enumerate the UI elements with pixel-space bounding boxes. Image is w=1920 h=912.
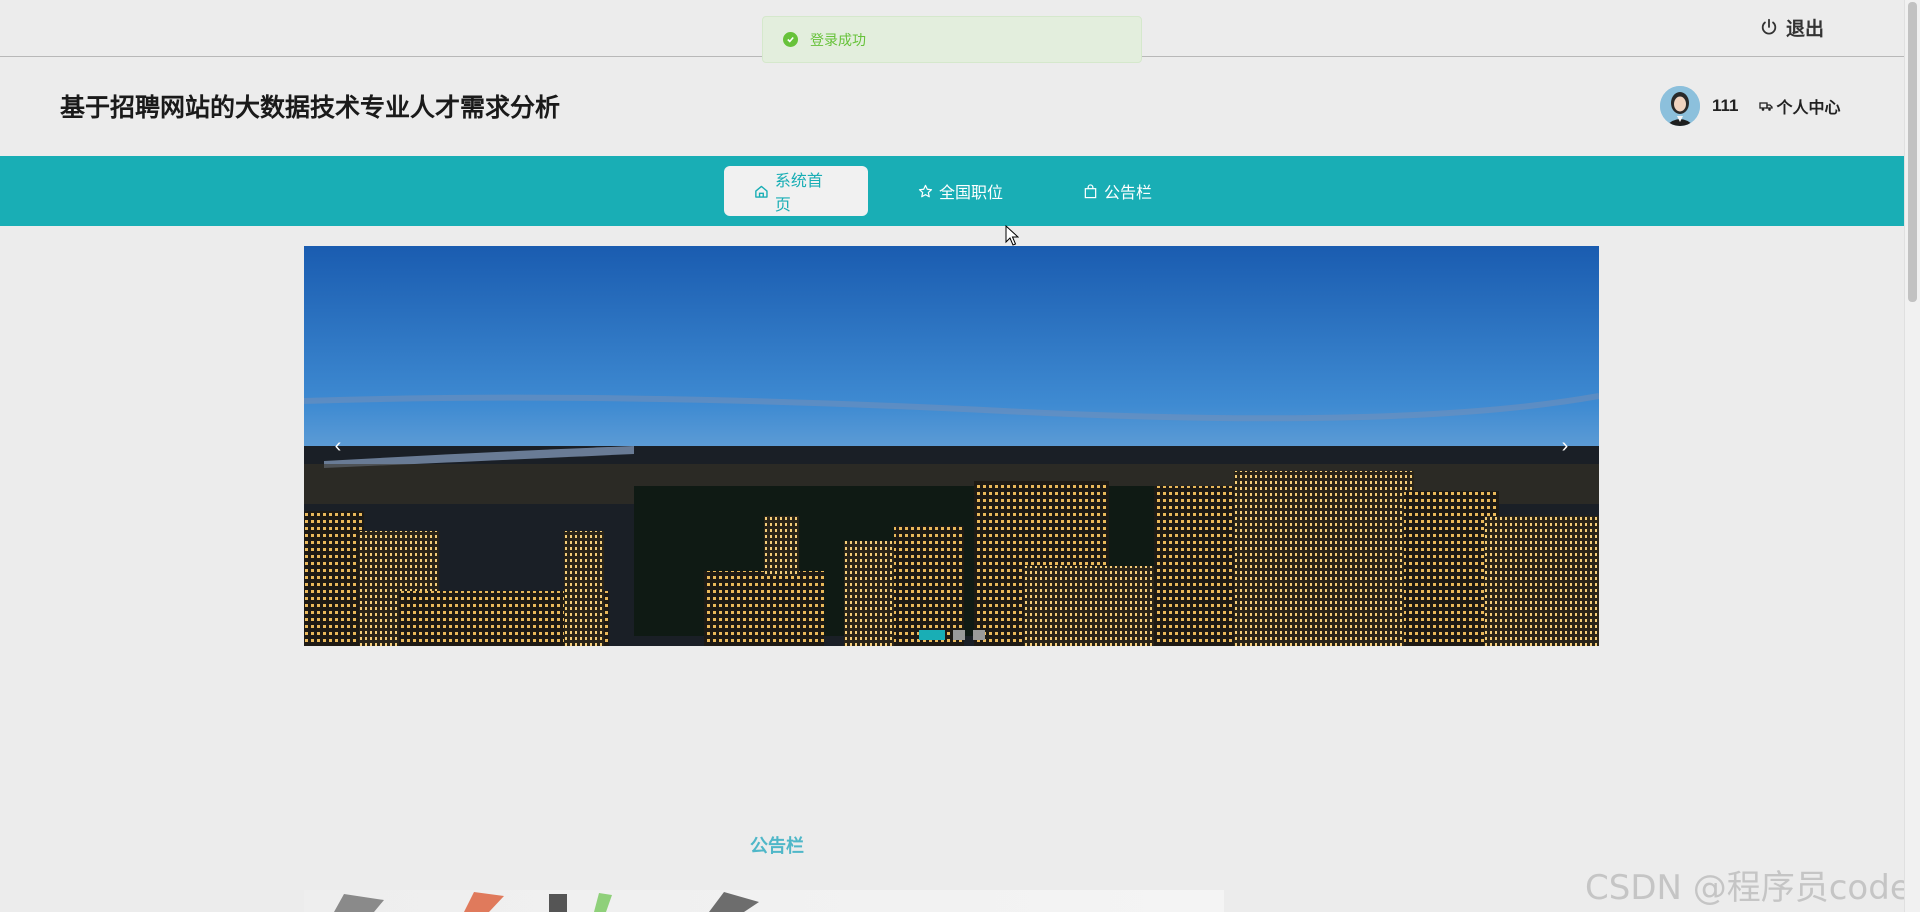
carousel-indicators bbox=[919, 630, 985, 640]
scrollbar-thumb[interactable] bbox=[1908, 2, 1917, 302]
mouse-cursor-icon bbox=[1005, 225, 1019, 246]
city-skyline-image bbox=[304, 246, 1599, 646]
banner-carousel[interactable]: ‹ › bbox=[304, 246, 1599, 646]
watermark-text: CSDN @程序员code bbox=[1585, 868, 1911, 908]
user-center-link[interactable]: 个人中心 bbox=[1758, 94, 1841, 118]
carousel-dot[interactable] bbox=[953, 630, 965, 640]
carousel-prev-button[interactable]: ‹ bbox=[326, 431, 350, 461]
page-scrollbar[interactable] bbox=[1904, 0, 1920, 912]
nav-item-home[interactable]: 系统首页 bbox=[724, 166, 868, 216]
site-header: 基于招聘网站的大数据技术专业人才需求分析 111 个人中心 bbox=[0, 58, 1904, 156]
power-icon bbox=[1761, 18, 1777, 35]
nav-item-label: 系统首页 bbox=[774, 173, 823, 214]
home-icon bbox=[755, 185, 768, 198]
user-area: 111 个人中心 bbox=[1660, 85, 1841, 127]
username: 111 bbox=[1712, 96, 1739, 115]
notice-section-heading: 公告栏 bbox=[750, 836, 804, 856]
carousel-next-button[interactable]: › bbox=[1553, 431, 1577, 461]
toast-message: 登录成功 bbox=[810, 31, 866, 48]
bag-icon bbox=[1084, 183, 1097, 198]
success-toast: 登录成功 bbox=[762, 16, 1142, 63]
nav-item-jobs[interactable]: 全国职位 bbox=[888, 166, 1033, 216]
site-title: 基于招聘网站的大数据技术专业人才需求分析 bbox=[60, 94, 561, 122]
logout-button[interactable]: 退出 bbox=[1760, 14, 1824, 40]
truck-icon bbox=[1758, 102, 1773, 111]
notice-image-strip bbox=[304, 890, 1224, 912]
carousel-dot[interactable] bbox=[973, 630, 985, 640]
page: 退出 登录成功 基于招聘网站的大数据技术专业人才需求分析 111 个人中心 系统… bbox=[0, 0, 1920, 912]
main-nav: 系统首页 全国职位 公告栏 bbox=[0, 156, 1904, 226]
carousel-dot[interactable] bbox=[919, 630, 945, 640]
nav-item-label: 公告栏 bbox=[1104, 185, 1153, 202]
nav-item-notice[interactable]: 公告栏 bbox=[1053, 166, 1182, 216]
check-circle-icon bbox=[783, 32, 798, 47]
logout-label: 退出 bbox=[1786, 18, 1825, 40]
nav-item-label: 全国职位 bbox=[939, 185, 1004, 202]
star-icon bbox=[918, 184, 933, 197]
user-center-label: 个人中心 bbox=[1776, 100, 1841, 117]
avatar[interactable] bbox=[1660, 86, 1700, 126]
